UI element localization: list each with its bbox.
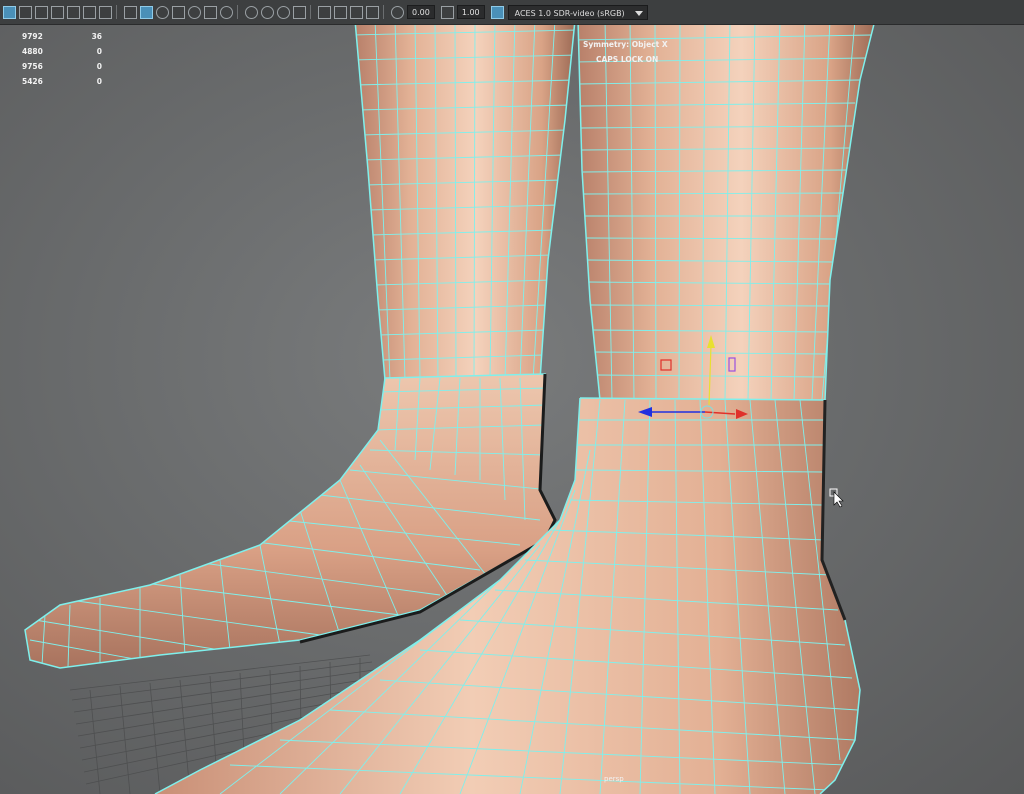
wireframe-icon[interactable] [124, 5, 137, 19]
anti-aliasing-icon[interactable] [277, 5, 290, 19]
camera-label: persp [604, 775, 624, 783]
toolbar-separator [116, 5, 117, 19]
hud-row: 4880 0 [22, 44, 102, 59]
lighting-icon[interactable] [204, 5, 217, 19]
smooth-shade-icon[interactable] [156, 5, 169, 19]
grid-icon[interactable] [3, 5, 16, 19]
gate-mask-icon[interactable] [51, 5, 64, 19]
xray-icon[interactable] [334, 5, 347, 19]
hud-value: 0 [96, 47, 102, 56]
exposure-field[interactable]: 0.00 [407, 5, 435, 19]
exposure-icon[interactable] [391, 5, 404, 19]
gamma-icon[interactable] [440, 5, 454, 19]
symmetry-label: Symmetry: Object X [583, 40, 668, 49]
motion-blur-icon[interactable] [261, 5, 274, 19]
screen-space-ao-icon[interactable] [245, 5, 258, 19]
color-space-dropdown[interactable]: ACES 1.0 SDR-video (sRGB) [507, 4, 648, 20]
film-gate-icon[interactable] [19, 5, 32, 19]
xray-joints-icon[interactable] [350, 5, 363, 19]
hud-value: 4880 [22, 47, 43, 56]
viewport[interactable]: 49110 979236 48800 97560 54260 Symmetry:… [0, 0, 1024, 794]
caps-lock-label: CAPS LOCK ON [596, 55, 659, 64]
isolate-select-icon[interactable] [318, 5, 331, 19]
default-material-icon[interactable] [172, 5, 185, 19]
gamma-field[interactable]: 1.00 [456, 5, 485, 19]
resolution-gate-icon[interactable] [35, 5, 48, 19]
field-chart-icon[interactable] [67, 5, 80, 19]
hud-value: 9792 [22, 32, 43, 41]
safe-action-icon[interactable] [83, 5, 96, 19]
viewport-toolbar: 0.00 1.00 ACES 1.0 SDR-video (sRGB) [0, 0, 1024, 25]
hud-value: 9756 [22, 62, 43, 71]
right-leg-mesh[interactable] [575, 19, 876, 401]
chevron-down-icon [634, 10, 643, 16]
viewport-scene[interactable] [0, 0, 1024, 794]
hud-row: 9792 36 [22, 29, 102, 44]
color-management-icon[interactable] [490, 5, 504, 19]
hud-value: 36 [91, 32, 102, 41]
toolbar-separator [237, 5, 238, 19]
hud-row: 5426 0 [22, 74, 102, 89]
color-space-label: ACES 1.0 SDR-video (sRGB) [514, 8, 625, 18]
toolbar-separator [310, 5, 311, 19]
shadows-icon[interactable] [220, 5, 233, 19]
left-leg-mesh[interactable] [350, 19, 580, 381]
hud-row: 9756 0 [22, 59, 102, 74]
poly-count-hud: 49110 979236 48800 97560 54260 [22, 14, 102, 89]
wireframe-on-shaded-icon[interactable] [140, 5, 153, 19]
depth-of-field-icon[interactable] [293, 5, 306, 19]
hud-value: 0 [96, 62, 102, 71]
mouse-cursor-icon [829, 488, 844, 508]
hud-value: 0 [96, 77, 102, 86]
toolbar-separator [383, 5, 384, 19]
safe-title-icon[interactable] [99, 5, 112, 19]
xray-components-icon[interactable] [366, 5, 379, 19]
textured-icon[interactable] [188, 5, 201, 19]
hud-value: 5426 [22, 77, 43, 86]
